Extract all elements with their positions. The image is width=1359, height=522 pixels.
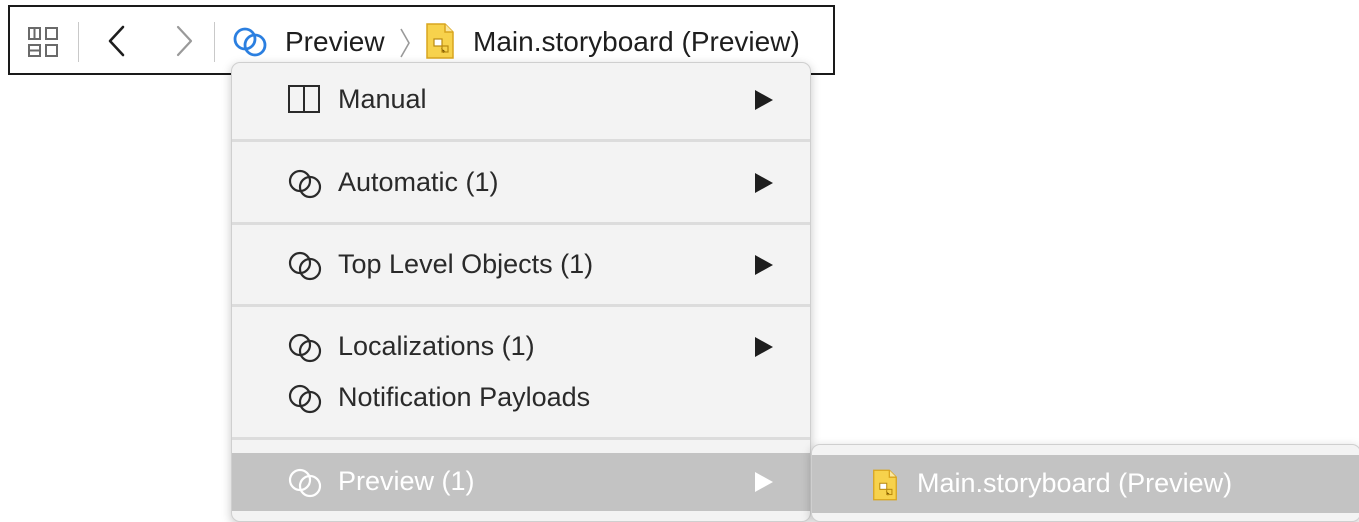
menu-separator — [232, 437, 810, 440]
menu-item-label: Automatic (1) — [338, 167, 499, 197]
grid-icon[interactable] — [27, 26, 59, 63]
menu-item-label: Top Level Objects (1) — [338, 249, 594, 279]
menu-separator — [232, 139, 810, 142]
storyboard-file-icon — [425, 22, 455, 65]
storyboard-file-icon — [872, 468, 898, 507]
menu-item-localizations[interactable]: Localizations (1) — [232, 318, 810, 376]
chevron-right-icon[interactable] — [173, 23, 195, 64]
menu-item-notification-payloads[interactable]: Notification Payloads — [232, 369, 810, 427]
jump-bar-divider — [78, 22, 79, 62]
chevron-left-icon[interactable] — [106, 23, 128, 64]
linked-circles-icon — [287, 167, 323, 206]
linked-circles-icon — [287, 466, 323, 505]
jump-bar-divider — [214, 22, 215, 62]
submenu-arrow-icon — [754, 471, 774, 498]
submenu-item-label: Main.storyboard (Preview) — [917, 468, 1233, 498]
submenu-arrow-icon — [754, 254, 774, 281]
menu-item-label: Manual — [338, 84, 427, 114]
linked-circles-icon — [287, 382, 323, 421]
linked-circles-icon — [287, 249, 323, 288]
breadcrumb-item-preview[interactable]: Preview — [285, 25, 385, 59]
preview-submenu: Main.storyboard (Preview) — [811, 444, 1359, 522]
menu-item-label: Localizations (1) — [338, 331, 535, 361]
menu-item-preview[interactable]: Preview (1) — [232, 453, 810, 511]
menu-item-label: Preview (1) — [338, 466, 475, 496]
split-view-icon — [287, 84, 321, 119]
menu-item-top-level-objects[interactable]: Top Level Objects (1) — [232, 236, 810, 294]
submenu-item-main-storyboard[interactable]: Main.storyboard (Preview) — [812, 455, 1359, 513]
menu-item-label: Notification Payloads — [338, 382, 591, 412]
linked-circles-icon — [287, 331, 323, 370]
menu-item-automatic[interactable]: Automatic (1) — [232, 154, 810, 212]
submenu-arrow-icon — [754, 172, 774, 199]
linked-circles-icon — [232, 25, 268, 64]
breadcrumb-item-storyboard[interactable]: Main.storyboard (Preview) — [473, 25, 800, 59]
menu-separator — [232, 304, 810, 307]
menu-item-manual[interactable]: Manual — [232, 71, 810, 129]
submenu-arrow-icon — [754, 89, 774, 116]
submenu-arrow-icon — [754, 336, 774, 363]
menu-separator — [232, 222, 810, 225]
breadcrumb-separator-icon — [398, 27, 412, 64]
jump-bar-menu: Manual Automatic (1) Top Level Objects (… — [231, 62, 811, 522]
